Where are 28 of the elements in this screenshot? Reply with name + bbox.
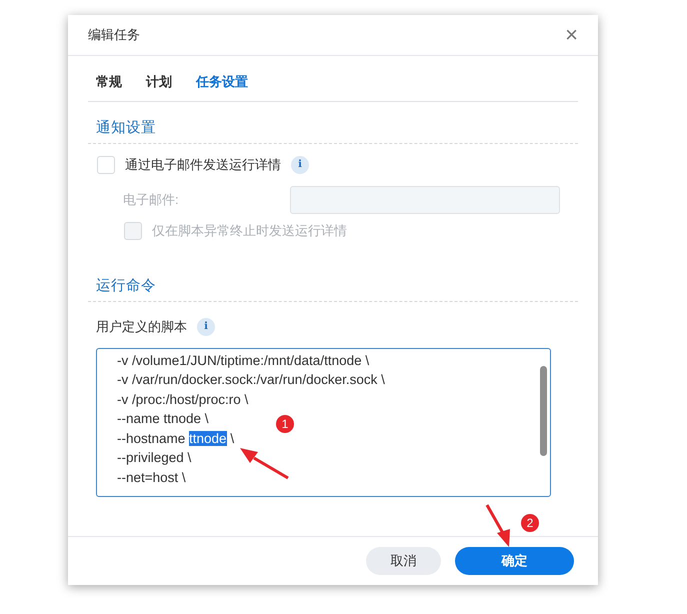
annotation-badge: 1 [276, 415, 294, 433]
confirm-button[interactable]: 确定 [455, 547, 574, 575]
annotation-arrow [486, 504, 510, 547]
script-line: --hostname ttnode \ [117, 430, 234, 448]
script-line: -v /volume1/JUN/tiptime:/mnt/data/ttnode \ [117, 352, 370, 370]
checkbox-label: 仅在脚本异常终止时发送运行详情 [152, 222, 347, 240]
cancel-button[interactable]: 取消 [366, 547, 441, 575]
field-label: 电子邮件: [123, 190, 179, 209]
annotation-arrow [240, 448, 289, 480]
window-title: 编辑任务 [88, 26, 140, 44]
tab[interactable]: 常规 [96, 74, 122, 91]
close-button[interactable]: × [565, 24, 578, 46]
script-line: --net=host \ [117, 468, 186, 487]
script-line: -v /proc:/host/proc:ro \ [117, 390, 248, 409]
checkbox-label: 通过电子邮件发送运行详情 [125, 156, 281, 174]
section-title: 通知设置 [88, 102, 578, 144]
info-icon[interactable]: i [197, 318, 215, 336]
script-line: -v /var/run/docker.sock:/var/run/docker.sock \ [117, 371, 385, 390]
checkbox[interactable] [97, 156, 115, 174]
annotation-badge: 2 [521, 514, 539, 532]
scrollbar-thumb[interactable] [540, 366, 547, 456]
section-title: 运行命令 [88, 260, 578, 302]
tab[interactable]: 计划 [146, 74, 172, 91]
tab[interactable]: 任务设置 [196, 74, 248, 91]
script-line: --name ttnode \ [117, 410, 209, 428]
field-label: 用户定义的脚本 [96, 318, 187, 336]
info-icon[interactable]: i [291, 156, 309, 174]
script-line: --privileged \ [117, 449, 192, 468]
